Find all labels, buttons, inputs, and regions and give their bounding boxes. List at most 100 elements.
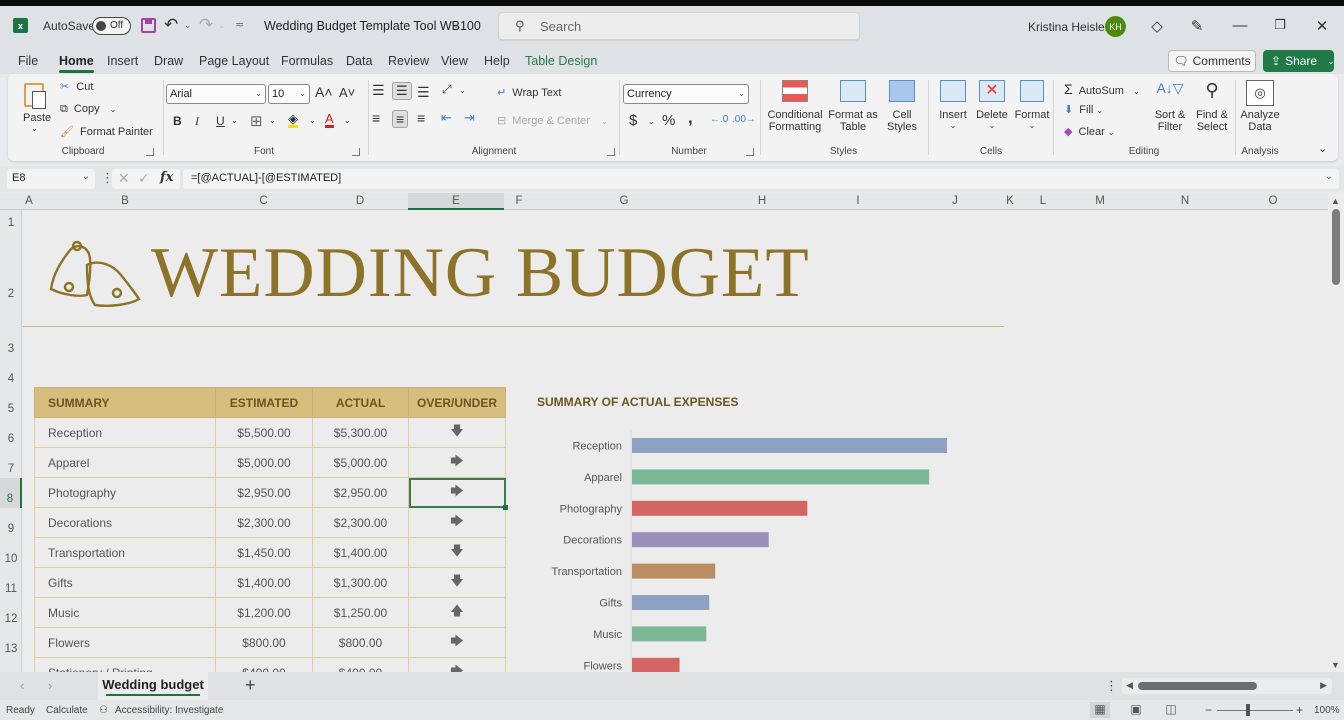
- column-header[interactable]: M: [1060, 195, 1140, 207]
- font-color-dropdown-icon[interactable]: ⌄: [344, 116, 351, 125]
- row-header[interactable]: 6: [0, 433, 22, 445]
- estimated-cell[interactable]: $1,200.00: [215, 597, 313, 628]
- row-header[interactable]: 11: [0, 583, 22, 595]
- zoom-in-button[interactable]: +: [1296, 703, 1303, 717]
- over-under-cell[interactable]: 🡆: [408, 447, 506, 478]
- decrease-decimal-icon[interactable]: .00→: [732, 114, 756, 125]
- share-dropdown-icon[interactable]: ⌄: [1327, 56, 1335, 67]
- estimated-cell[interactable]: $800.00: [215, 627, 313, 658]
- minimize-icon[interactable]: —: [1230, 17, 1250, 34]
- borders-dropdown-icon[interactable]: ⌄: [269, 116, 276, 125]
- actual-cell[interactable]: $2,300.00: [312, 507, 409, 538]
- column-header[interactable]: J: [906, 195, 1004, 207]
- column-header[interactable]: B: [35, 195, 215, 207]
- expand-formula-icon[interactable]: ⌄: [1325, 171, 1333, 182]
- vertical-scrollbar[interactable]: ▲ ▼: [1328, 193, 1344, 672]
- scroll-right-icon[interactable]: ▶: [1320, 680, 1327, 691]
- column-header[interactable]: O: [1230, 195, 1316, 207]
- actual-cell[interactable]: $2,950.00: [312, 477, 409, 508]
- comma-style-button[interactable]: ,: [688, 108, 693, 128]
- over-under-cell[interactable]: 🡇: [408, 417, 506, 448]
- italic-button[interactable]: I: [195, 114, 199, 129]
- undo-icon[interactable]: ↶: [164, 15, 178, 35]
- format-cells-button[interactable]: Format ⌄: [1013, 80, 1051, 130]
- chart-bar-flowers[interactable]: [632, 657, 680, 672]
- normal-view-icon[interactable]: ▦: [1090, 702, 1110, 718]
- row-header[interactable]: 7: [0, 463, 22, 475]
- name-cell[interactable]: Decorations: [34, 507, 216, 538]
- add-sheet-button[interactable]: +: [245, 675, 256, 696]
- currency-button[interactable]: $: [629, 112, 637, 129]
- comments-button[interactable]: 🗨 Comments: [1168, 50, 1256, 72]
- insert-cells-button[interactable]: Insert ⌄: [935, 80, 971, 130]
- conditional-formatting-button[interactable]: Conditional Formatting: [764, 80, 826, 133]
- tab-draw[interactable]: Draw: [154, 54, 183, 68]
- zoom-level[interactable]: 100%: [1314, 705, 1340, 716]
- tab-page-layout[interactable]: Page Layout: [199, 54, 269, 68]
- header-summary[interactable]: SUMMARY: [34, 387, 216, 418]
- column-header-selected[interactable]: E: [408, 193, 504, 210]
- sheet-tab-wedding-budget[interactable]: Wedding budget: [98, 672, 208, 700]
- estimated-cell[interactable]: $5,000.00: [215, 447, 313, 478]
- share-button[interactable]: ⇪ Share ⌄: [1263, 50, 1335, 72]
- number-launcher-icon[interactable]: [746, 148, 754, 156]
- underline-button[interactable]: U: [216, 114, 225, 128]
- align-bottom-icon[interactable]: ☰: [417, 84, 430, 101]
- row-header[interactable]: 13: [0, 643, 22, 655]
- row-header[interactable]: 5: [0, 403, 22, 415]
- chart-bar-apparel[interactable]: [632, 469, 930, 485]
- estimated-cell[interactable]: $2,300.00: [215, 507, 313, 538]
- tab-table-design[interactable]: Table Design: [525, 54, 597, 68]
- name-cell[interactable]: Music: [34, 597, 216, 628]
- font-name-select[interactable]: Arial ⌄: [166, 84, 266, 104]
- font-size-select[interactable]: 10 ⌄: [268, 84, 310, 104]
- row-header[interactable]: 1: [0, 217, 22, 229]
- scroll-left-icon[interactable]: ◀: [1126, 680, 1133, 691]
- accessibility-status[interactable]: Accessibility: Investigate: [115, 705, 223, 716]
- tab-view[interactable]: View: [441, 54, 468, 68]
- autosave-toggle[interactable]: Off: [92, 17, 131, 35]
- analyze-data-button[interactable]: ◎ Analyze Data: [1238, 80, 1282, 133]
- column-header[interactable]: D: [312, 195, 408, 207]
- clipboard-launcher-icon[interactable]: [146, 148, 154, 156]
- cell-styles-button[interactable]: Cell Styles: [881, 80, 923, 133]
- row-header[interactable]: 10: [0, 553, 22, 565]
- chart-bar-transportation[interactable]: [632, 563, 716, 579]
- borders-icon[interactable]: ⊞: [250, 112, 263, 130]
- actual-cell[interactable]: $400.00: [312, 657, 409, 672]
- copy-button[interactable]: ⧉ Copy ⌄: [60, 103, 116, 116]
- tab-review[interactable]: Review: [388, 54, 429, 68]
- calculate-button[interactable]: Calculate: [46, 705, 88, 716]
- search-box[interactable]: ⚲ Search: [498, 12, 860, 40]
- tab-data[interactable]: Data: [346, 54, 372, 68]
- zoom-out-button[interactable]: −: [1205, 703, 1212, 717]
- estimated-cell[interactable]: $400.00: [215, 657, 313, 672]
- column-header[interactable]: I: [810, 195, 906, 207]
- header-actual[interactable]: ACTUAL: [312, 387, 409, 418]
- header-over-under[interactable]: OVER/UNDER: [408, 387, 506, 418]
- next-sheet-icon[interactable]: ›: [48, 678, 52, 693]
- user-avatar[interactable]: KH: [1105, 16, 1126, 37]
- row-header[interactable]: 2: [0, 288, 22, 300]
- redo-dropdown-icon[interactable]: ⌄: [218, 20, 226, 31]
- name-box[interactable]: E8 ⌄: [7, 169, 95, 189]
- name-cell[interactable]: Apparel: [34, 447, 216, 478]
- tab-home[interactable]: Home: [59, 54, 94, 73]
- column-header[interactable]: L: [1033, 195, 1053, 207]
- chart-bar-gifts[interactable]: [632, 595, 710, 610]
- actual-cell[interactable]: $1,400.00: [312, 537, 409, 568]
- align-left-icon[interactable]: ≡: [372, 110, 380, 126]
- row-header[interactable]: 3: [0, 343, 22, 355]
- alignment-launcher-icon[interactable]: [607, 148, 615, 156]
- enter-icon[interactable]: ✓: [138, 170, 150, 187]
- row-header-selected[interactable]: 8: [0, 478, 22, 508]
- chart-bar-decorations[interactable]: [632, 532, 769, 548]
- over-under-cell[interactable]: 🡇: [408, 567, 506, 598]
- tab-help[interactable]: Help: [484, 54, 510, 68]
- zoom-slider-track[interactable]: [1217, 710, 1293, 711]
- row-header[interactable]: 12: [0, 613, 22, 625]
- increase-indent-icon[interactable]: ⇥: [464, 110, 475, 126]
- font-color-icon[interactable]: A: [325, 112, 334, 128]
- column-header[interactable]: F: [504, 195, 534, 207]
- actual-cell[interactable]: $5,300.00: [312, 417, 409, 448]
